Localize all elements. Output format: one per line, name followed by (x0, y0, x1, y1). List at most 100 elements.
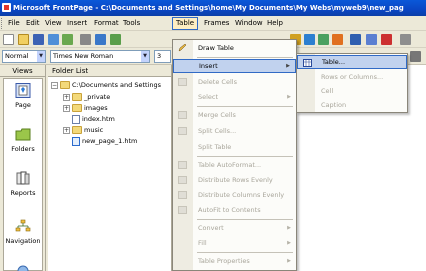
menu-file[interactable]: File (5, 17, 23, 30)
menu-item-split-table[interactable]: Split Table (173, 140, 296, 154)
autoformat-icon (178, 161, 187, 169)
view-page-label: Page (15, 101, 31, 109)
menu-frames[interactable]: Frames (201, 17, 232, 30)
menu-item-distribute-rows[interactable]: Distribute Rows Evenly (173, 173, 296, 187)
submenu-item-cell[interactable]: Cell (297, 84, 407, 98)
menu-tools[interactable]: Tools (120, 17, 143, 30)
table-icon (303, 59, 312, 67)
spelling-icon[interactable] (110, 34, 121, 45)
show-all-icon[interactable] (400, 34, 411, 45)
font-size-value: 3 (157, 52, 162, 60)
tree-item-index[interactable]: index.htm (72, 114, 115, 124)
menu-item-distribute-columns[interactable]: Distribute Columns Evenly (173, 188, 296, 202)
hyperlink-icon[interactable] (350, 34, 361, 45)
menu-item-table-autoformat[interactable]: Table AutoFormat... (173, 158, 296, 172)
insert-table-icon[interactable] (304, 34, 315, 45)
menu-insert[interactable]: Insert (64, 17, 90, 30)
tree-item-private[interactable]: + _private (63, 92, 110, 102)
insert-picture-icon[interactable] (318, 34, 329, 45)
autofit-icon (178, 206, 187, 214)
menu-format[interactable]: Format (91, 17, 122, 30)
menu-help[interactable]: Help (264, 17, 286, 30)
menu-item-label: Select (198, 93, 219, 101)
menu-item-fill[interactable]: Fill ▶ (173, 236, 296, 250)
view-page-button[interactable]: Page (4, 83, 42, 109)
menu-item-label: Delete Cells (198, 78, 237, 86)
submenu-item-caption[interactable]: Caption (297, 98, 407, 112)
menu-item-label: AutoFit to Contents (198, 206, 261, 214)
html-file-icon (72, 114, 80, 124)
chevron-down-icon[interactable]: ▼ (37, 51, 45, 62)
tree-item-new-page[interactable]: new_page_1.htm (72, 136, 137, 146)
menu-item-convert[interactable]: Convert ▶ (173, 221, 296, 235)
hyperlinks-view-icon (17, 265, 29, 271)
folder-icon (72, 126, 82, 134)
refresh-icon[interactable] (366, 34, 377, 45)
menu-item-table-properties[interactable]: Table Properties ▶ (173, 254, 296, 268)
folder-list-header: Folder List (48, 65, 171, 77)
menu-window[interactable]: Window (232, 17, 266, 30)
font-select[interactable]: Times New Roman ▼ (50, 50, 150, 63)
collapse-icon[interactable]: − (51, 81, 58, 89)
expand-icon[interactable]: + (63, 104, 70, 112)
menu-table[interactable]: Table (172, 17, 199, 30)
tree-root-label: C:\Documents and Settings (72, 81, 162, 89)
tree-item-music[interactable]: + music (63, 125, 103, 135)
menu-item-draw-table[interactable]: Draw Table (173, 41, 296, 55)
submenu-item-table[interactable]: Table... (297, 55, 407, 69)
print-icon[interactable] (80, 34, 91, 45)
views-bar: Page Folders Reports Navigation (3, 78, 43, 271)
menu-item-delete-cells[interactable]: Delete Cells (173, 75, 296, 89)
style-select[interactable]: Normal ▼ (2, 50, 46, 63)
window-title: Microsoft FrontPage - C:\Documents and S… (13, 4, 404, 12)
menu-item-label: Split Table (198, 143, 232, 151)
folder-list-icon[interactable] (62, 34, 73, 45)
expand-icon[interactable]: + (63, 93, 70, 101)
publish-icon[interactable] (48, 34, 59, 45)
submenu-arrow-icon: ▶ (287, 240, 291, 246)
merge-cells-icon (178, 111, 187, 119)
tree-root[interactable]: − C:\Documents and Settings (51, 80, 161, 90)
table-menu: Draw Table Insert ▶ Delete Cells Select … (172, 39, 297, 271)
drawing-icon[interactable] (332, 34, 343, 45)
new-page-icon[interactable] (3, 34, 14, 45)
views-pane: Views Page Folders Reports Navigation (0, 65, 46, 271)
tree-item-label: images (84, 104, 108, 112)
menu-item-insert[interactable]: Insert ▶ (173, 59, 296, 73)
view-hyperlinks-button[interactable] (4, 263, 42, 271)
delete-cells-icon (178, 78, 187, 86)
menu-item-label: Convert (198, 224, 224, 232)
view-reports-label: Reports (10, 189, 36, 197)
folder-icon (72, 93, 82, 101)
tree-item-label: new_page_1.htm (82, 137, 138, 145)
menu-item-select[interactable]: Select ▶ (173, 90, 296, 104)
stop-icon[interactable] (381, 34, 392, 45)
menu-view[interactable]: View (42, 17, 65, 30)
preview-icon[interactable] (95, 34, 106, 45)
menu-separator (197, 219, 293, 220)
menu-separator (197, 106, 293, 107)
save-icon[interactable] (33, 34, 44, 45)
folder-icon (60, 81, 70, 89)
open-folder-icon[interactable] (18, 34, 29, 45)
navigation-view-icon (15, 219, 31, 232)
menu-item-merge-cells[interactable]: Merge Cells (173, 108, 296, 122)
menu-item-autofit[interactable]: AutoFit to Contents (173, 203, 296, 217)
view-navigation-button[interactable]: Navigation (4, 219, 42, 245)
folder-list-pane: Folder List − C:\Documents and Settings +… (48, 65, 172, 271)
menu-item-split-cells[interactable]: Split Cells... (173, 124, 296, 138)
menu-separator (197, 156, 293, 157)
view-reports-button[interactable]: Reports (4, 171, 42, 197)
title-bar: Microsoft FrontPage - C:\Documents and S… (0, 0, 426, 16)
submenu-item-label: Table... (322, 58, 346, 66)
submenu-item-rows-columns[interactable]: Rows or Columns... (297, 70, 407, 84)
style-value: Normal (5, 52, 29, 60)
view-folders-button[interactable]: Folders (4, 127, 42, 153)
distribute-columns-icon (178, 191, 187, 199)
expand-icon[interactable]: + (63, 126, 70, 134)
tree-item-images[interactable]: + images (63, 103, 108, 113)
align-icon[interactable] (410, 51, 421, 62)
font-size-select[interactable]: 3 (154, 50, 171, 63)
menu-edit[interactable]: Edit (23, 17, 43, 30)
chevron-down-icon[interactable]: ▼ (141, 51, 149, 62)
